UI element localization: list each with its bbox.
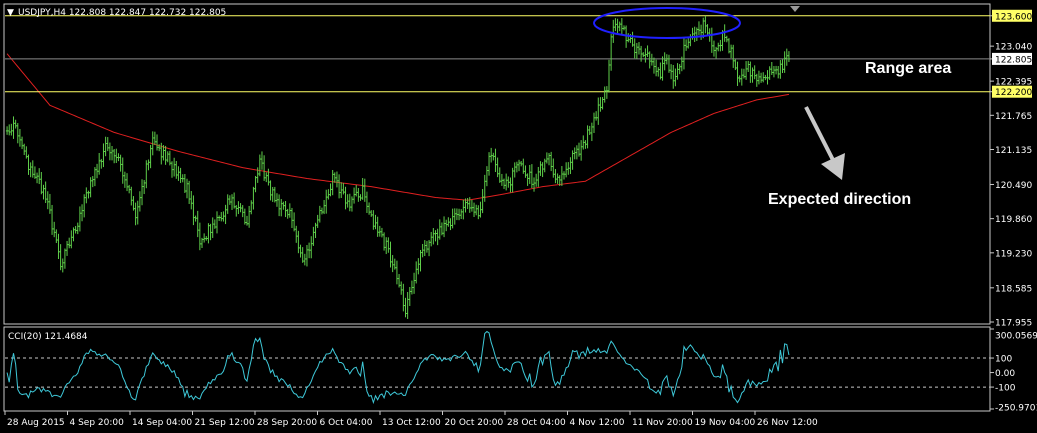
time-tick-label: 6 Oct 04:00 bbox=[320, 418, 373, 428]
price-tick-label: 118.585 bbox=[995, 284, 1032, 294]
price-tick-label: 119.230 bbox=[995, 249, 1032, 259]
price-tick-label: 119.860 bbox=[995, 215, 1032, 225]
cci-tick-label: 0.00 bbox=[995, 369, 1015, 379]
time-tick-label: 4 Sep 20:00 bbox=[70, 418, 125, 428]
time-tick-label: 21 Sep 12:00 bbox=[195, 418, 255, 428]
cci-tick-label: 100 bbox=[995, 355, 1012, 365]
time-tick-label: 20 Oct 20:00 bbox=[445, 418, 504, 428]
time-tick-label: 28 Oct 04:00 bbox=[507, 418, 566, 428]
price-tick-label: 121.765 bbox=[995, 112, 1032, 122]
time-tick-label: 11 Nov 20:00 bbox=[632, 418, 693, 428]
expected-direction-label: Expected direction bbox=[768, 191, 911, 208]
price-tick-label: 122.805 bbox=[995, 55, 1032, 65]
price-tick-label: 120.490 bbox=[995, 181, 1032, 191]
time-tick-label: 28 Aug 2015 bbox=[7, 418, 65, 428]
price-tick-label: 123.040 bbox=[995, 43, 1032, 53]
range-area-label: Range area bbox=[865, 60, 951, 77]
time-tick-label: 14 Sep 04:00 bbox=[132, 418, 192, 428]
time-tick-label: 19 Nov 04:00 bbox=[695, 418, 756, 428]
price-tick-label: 122.200 bbox=[995, 88, 1032, 98]
cci-header: CCI(20) 121.4684 bbox=[8, 332, 88, 342]
price-tick-label: 123.600 bbox=[995, 12, 1032, 22]
time-tick-label: 26 Nov 12:00 bbox=[757, 418, 818, 428]
symbol-header-triangle[interactable]: ▼ bbox=[7, 8, 14, 18]
cci-tick-label: 300.0569 bbox=[995, 332, 1037, 342]
price-tick-label: 121.135 bbox=[995, 146, 1032, 156]
price-tick-label: 117.955 bbox=[995, 319, 1032, 329]
chart: 123.600123.040122.805122.395122.200121.7… bbox=[0, 0, 1037, 433]
time-tick-label: 13 Oct 12:00 bbox=[382, 418, 441, 428]
time-tick-label: 4 Nov 12:00 bbox=[570, 418, 625, 428]
time-tick-label: 28 Sep 20:00 bbox=[257, 418, 317, 428]
symbol-header: USDJPY,H4 122.808 122.847 122.732 122.80… bbox=[18, 8, 226, 18]
cci-tick-label: -100 bbox=[995, 384, 1016, 394]
cci-tick-label: -250.9701 bbox=[995, 404, 1037, 414]
